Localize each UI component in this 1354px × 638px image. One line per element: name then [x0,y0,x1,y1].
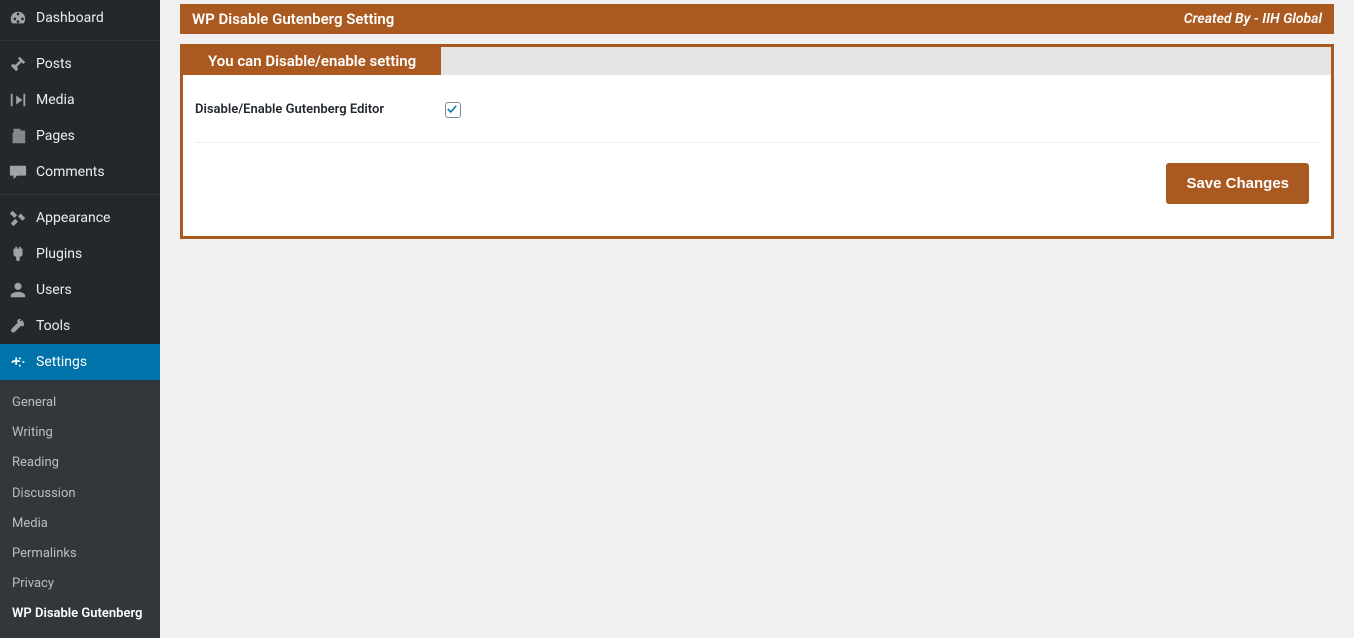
sidebar-item-label: Appearance [36,210,110,226]
sidebar-item-media[interactable]: Media [0,82,160,118]
users-icon [8,280,28,300]
sidebar-item-label: Pages [36,128,75,144]
sidebar-item-tools[interactable]: Tools [0,308,160,344]
submenu-item-permalinks[interactable]: Permalinks [0,539,160,569]
sidebar-item-settings[interactable]: Settings [0,344,160,380]
appearance-icon [8,208,28,228]
sidebar-item-comments[interactable]: Comments [0,154,160,190]
page-credit: Created By - IIH Global [1184,11,1322,27]
page-title: WP Disable Gutenberg Setting [192,10,394,28]
sidebar-item-dashboard[interactable]: Dashboard [0,0,160,36]
sidebar-item-label: Dashboard [36,10,104,26]
pin-icon [8,54,28,74]
sidebar-item-pages[interactable]: Pages [0,118,160,154]
tab-disable-enable[interactable]: You can Disable/enable setting [183,47,441,75]
table-row: Disable/Enable Gutenberg Editor [195,87,1319,143]
main-content: WP Disable Gutenberg Setting Created By … [160,0,1354,607]
pages-icon [8,126,28,146]
submenu-item-writing[interactable]: Writing [0,418,160,448]
save-changes-button[interactable]: Save Changes [1166,163,1309,204]
tools-icon [8,316,28,336]
admin-sidebar: Dashboard Posts Media Pages Comments A [0,0,160,607]
sidebar-item-label: Settings [36,354,87,370]
sidebar-item-label: Users [36,282,72,298]
sidebar-item-plugins[interactable]: Plugins [0,236,160,272]
sidebar-item-label: Comments [36,164,105,180]
gutenberg-checkbox[interactable] [445,102,461,118]
submit-wrap: Save Changes [195,143,1319,224]
comments-icon [8,162,28,182]
submenu-item-wp-disable-gutenberg[interactable]: WP Disable Gutenberg [0,599,160,629]
dashboard-icon [8,8,28,28]
sidebar-item-label: Plugins [36,246,82,262]
sidebar-item-label: Posts [36,56,72,72]
settings-content: Disable/Enable Gutenberg Editor Save Cha… [183,75,1331,236]
tab-header: You can Disable/enable setting [183,47,1331,75]
page-header: WP Disable Gutenberg Setting Created By … [180,4,1334,34]
menu-separator [0,36,160,41]
sidebar-item-label: Tools [36,318,70,334]
submenu-item-privacy[interactable]: Privacy [0,569,160,599]
sidebar-item-users[interactable]: Users [0,272,160,308]
submenu-item-media[interactable]: Media [0,509,160,539]
settings-submenu: General Writing Reading Discussion Media… [0,380,160,638]
submenu-item-reading[interactable]: Reading [0,448,160,478]
menu-separator [0,190,160,195]
sidebar-item-label: Media [36,92,75,108]
media-icon [8,90,28,110]
settings-icon [8,352,28,372]
sidebar-item-appearance[interactable]: Appearance [0,200,160,236]
field-label: Disable/Enable Gutenberg Editor [195,87,445,143]
submenu-item-discussion[interactable]: Discussion [0,479,160,509]
settings-form-table: Disable/Enable Gutenberg Editor [195,87,1319,143]
field-value [445,87,1319,143]
settings-box: You can Disable/enable setting Disable/E… [180,44,1334,239]
plugins-icon [8,244,28,264]
sidebar-item-posts[interactable]: Posts [0,46,160,82]
submenu-item-general[interactable]: General [0,388,160,418]
